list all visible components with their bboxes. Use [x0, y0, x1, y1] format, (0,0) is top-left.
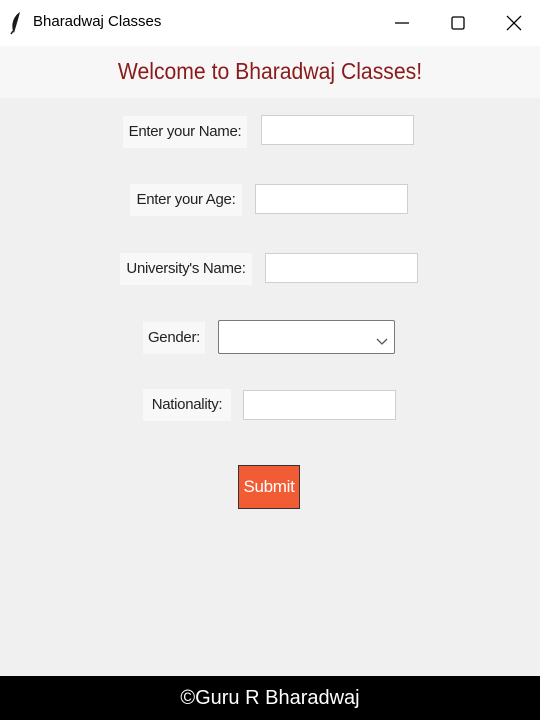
maximize-icon	[451, 16, 465, 30]
close-button[interactable]	[486, 0, 540, 46]
close-icon	[506, 15, 522, 31]
chevron-down-icon	[376, 333, 388, 351]
maximize-button[interactable]	[430, 0, 486, 46]
name-label: Enter your Name:	[123, 116, 247, 148]
name-input[interactable]	[261, 115, 414, 145]
submit-button[interactable]: Submit	[238, 465, 300, 509]
minimize-button[interactable]	[374, 0, 430, 46]
age-input[interactable]	[255, 184, 408, 214]
university-input[interactable]	[265, 253, 418, 283]
age-label: Enter your Age:	[130, 184, 242, 216]
app-window: Bharadwaj Classes Welcome to Bharadwaj C…	[0, 0, 540, 720]
nationality-input[interactable]	[243, 390, 396, 420]
gender-label: Gender:	[143, 322, 205, 354]
minimize-icon	[395, 16, 409, 30]
welcome-heading: Welcome to Bharadwaj Classes!	[117, 58, 423, 84]
feather-icon	[8, 11, 24, 35]
university-label: University's Name:	[120, 253, 252, 285]
title-bar[interactable]: Bharadwaj Classes	[0, 0, 540, 46]
footer-copyright: ©Guru R Bharadwaj	[0, 676, 540, 720]
window-title: Bharadwaj Classes	[33, 13, 162, 30]
nationality-label: Nationality:	[143, 389, 231, 421]
gender-dropdown[interactable]	[218, 320, 395, 354]
